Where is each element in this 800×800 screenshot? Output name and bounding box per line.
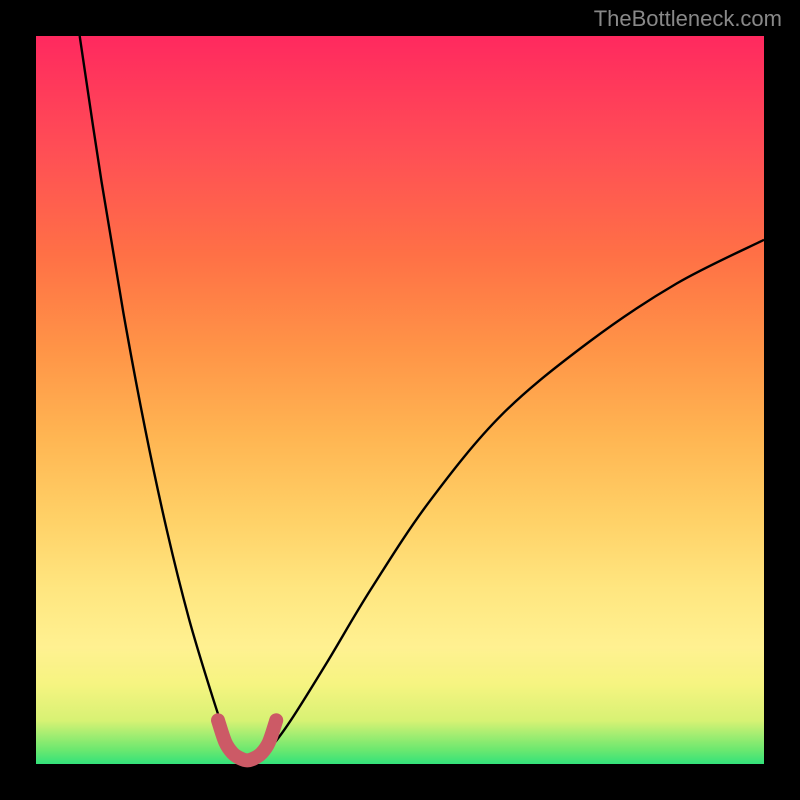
minimum-marker-curve <box>218 720 276 760</box>
watermark-text: TheBottleneck.com <box>594 6 782 32</box>
right-branch-curve <box>254 240 764 761</box>
left-branch-curve <box>80 36 240 760</box>
bottleneck-chart <box>36 36 764 764</box>
